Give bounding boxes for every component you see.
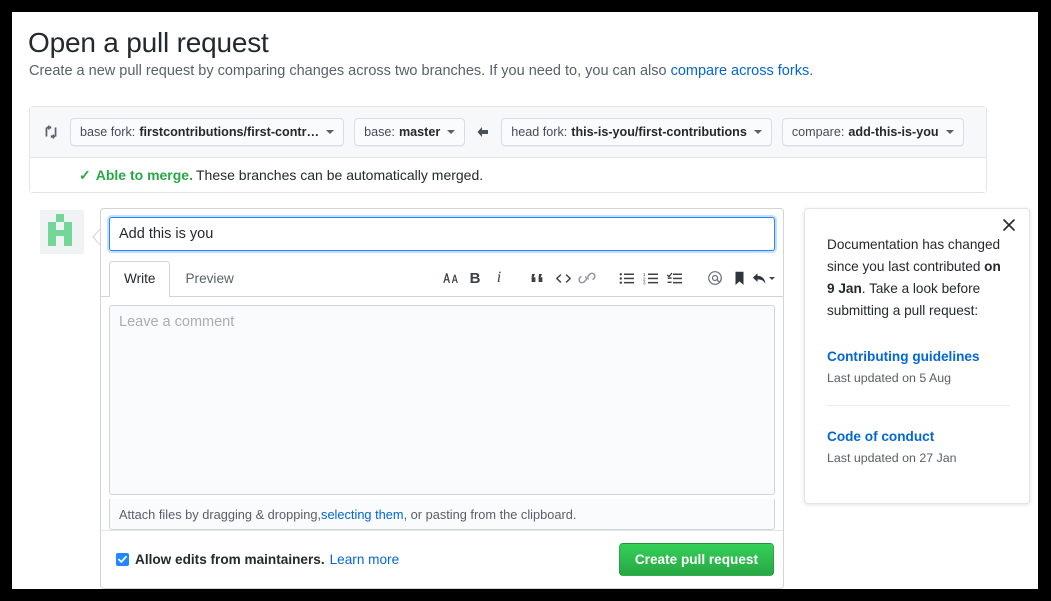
allow-edits-label: Allow edits from maintainers.	[135, 552, 325, 567]
tab-write[interactable]: Write	[109, 261, 171, 297]
docs-divider	[827, 405, 1010, 407]
bold-icon[interactable]: B	[463, 267, 487, 289]
head-fork-value: this-is-you/first-contributions	[571, 125, 747, 139]
heading-icon[interactable]	[439, 267, 463, 289]
attach-hint-part2: , or pasting from the clipboard.	[403, 506, 577, 522]
selecting-them-link[interactable]: selecting them	[321, 507, 404, 522]
documentation-intro: Documentation has changed since you last…	[827, 234, 1002, 322]
unordered-list-icon[interactable]	[615, 267, 639, 289]
chevron-down-icon	[447, 130, 456, 134]
saved-reply-icon[interactable]	[727, 267, 751, 289]
markdown-toolbar: B i 1 2 3	[439, 267, 775, 289]
checkbox-checked-icon[interactable]	[116, 553, 129, 566]
code-of-conduct-link[interactable]: Code of conduct	[827, 427, 1010, 446]
italic-icon[interactable]: i	[487, 267, 511, 289]
chevron-down-icon	[326, 130, 335, 134]
merge-status-detail: These branches can be automatically merg…	[195, 167, 484, 183]
composer-footer: Allow edits from maintainers. Learn more…	[101, 530, 783, 588]
merge-status-row: ✓ Able to merge. These branches can be a…	[30, 158, 986, 192]
title-field-wrap	[101, 209, 783, 251]
arrow-left-icon	[476, 125, 490, 139]
compare-across-forks-link[interactable]: compare across forks	[671, 63, 810, 79]
documentation-panel: Documentation has changed since you last…	[804, 208, 1030, 504]
learn-more-link[interactable]: Learn more	[330, 552, 400, 567]
code-of-conduct-meta: Last updated on 27 Jan	[827, 451, 957, 466]
svg-text:3: 3	[643, 280, 646, 284]
quote-icon[interactable]	[527, 267, 551, 289]
allow-edits-checkbox-row[interactable]: Allow edits from maintainers. Learn more	[116, 552, 399, 567]
docs-intro-part1: Documentation has changed since you last…	[827, 237, 1001, 275]
avatar	[40, 210, 84, 254]
screenshot-frame: Open a pull request Create a new pull re…	[12, 12, 1038, 589]
base-fork-label: base fork:	[80, 125, 136, 139]
base-branch-label: base:	[364, 125, 395, 139]
chevron-down-icon	[768, 276, 775, 280]
attach-hint-part1: Attach files by dragging & dropping,	[119, 506, 322, 522]
compare-icon	[42, 123, 60, 141]
code-icon[interactable]	[551, 267, 575, 289]
merge-status-strong: Able to merge.	[95, 167, 193, 183]
head-fork-selector[interactable]: head fork: this-is-you/first-contributio…	[501, 118, 772, 146]
pull-request-composer: Write Preview B i	[100, 208, 784, 589]
compare-branch-label: compare:	[791, 125, 845, 139]
base-branch-selector[interactable]: base: master	[354, 118, 466, 146]
composer-tabs: Write Preview B i 1 2 3	[101, 260, 783, 297]
contributing-guidelines-meta: Last updated on 5 Aug	[827, 371, 952, 386]
chevron-down-icon	[753, 130, 762, 134]
create-pull-request-button[interactable]: Create pull request	[618, 543, 774, 576]
comment-textarea[interactable]	[109, 305, 775, 495]
comment-field-wrap	[101, 297, 783, 500]
docs-item-contributing-guidelines: Contributing guidelines Last updated on …	[827, 347, 1010, 385]
branch-selector-row: base fork: firstcontributions/first-cont…	[30, 107, 986, 158]
compare-branch-value: add-this-is-you	[848, 125, 939, 139]
check-icon: ✓	[79, 166, 91, 183]
ordered-list-icon[interactable]: 1 2 3	[639, 267, 663, 289]
page-subtitle-period: .	[809, 63, 814, 79]
page-subtitle: Create a new pull request by comparing c…	[29, 63, 813, 79]
mention-icon[interactable]	[703, 267, 727, 289]
attach-files-hint: Attach files by dragging & dropping, sel…	[109, 499, 775, 530]
reply-icon[interactable]	[751, 267, 775, 289]
contributing-guidelines-link[interactable]: Contributing guidelines	[827, 347, 1010, 366]
head-fork-label: head fork:	[511, 125, 568, 139]
docs-item-code-of-conduct: Code of conduct Last updated on 27 Jan	[827, 427, 1010, 465]
branch-compare-panel: base fork: firstcontributions/first-cont…	[29, 106, 987, 193]
base-fork-value: firstcontributions/first-contr…	[139, 125, 320, 139]
base-branch-value: master	[398, 125, 441, 139]
task-list-icon[interactable]	[663, 267, 687, 289]
compare-branch-selector[interactable]: compare: add-this-is-you	[781, 118, 964, 146]
tab-preview[interactable]: Preview	[170, 261, 248, 296]
close-icon[interactable]	[1000, 216, 1018, 234]
page-subtitle-text: Create a new pull request by comparing c…	[29, 63, 671, 79]
page-title: Open a pull request	[28, 27, 269, 58]
pr-title-input[interactable]	[109, 217, 775, 251]
base-fork-selector[interactable]: base fork: firstcontributions/first-cont…	[70, 118, 345, 146]
chevron-down-icon	[945, 130, 954, 134]
link-icon[interactable]	[575, 267, 599, 289]
